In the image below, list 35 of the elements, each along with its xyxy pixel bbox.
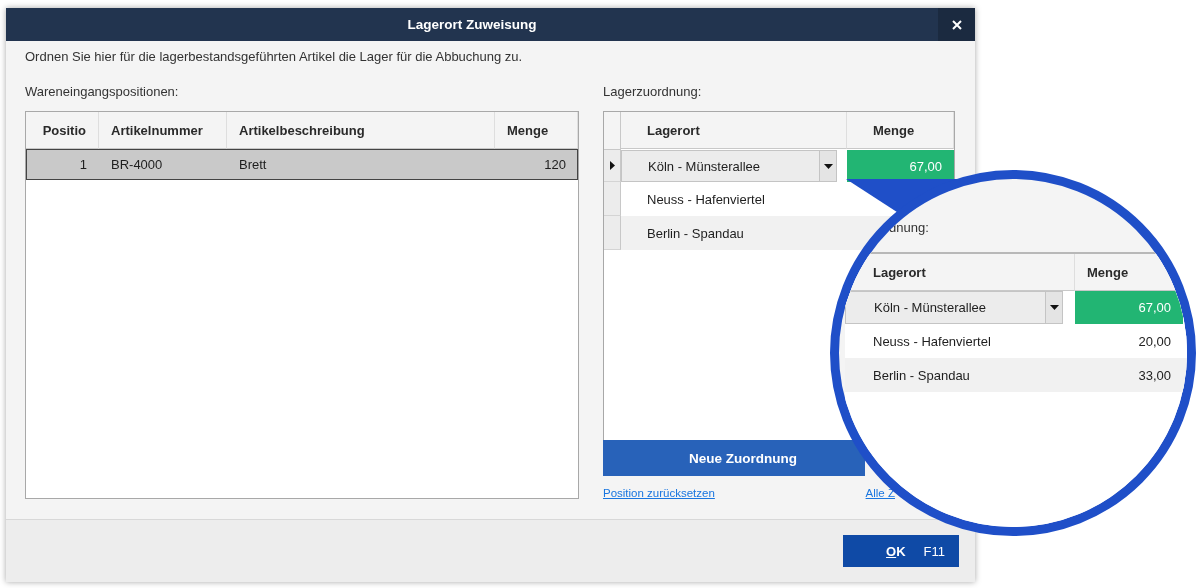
- column-header[interactable]: Positio: [26, 112, 99, 149]
- table-row[interactable]: 1 BR-4000 Brett 120: [26, 149, 578, 180]
- quantity-cell-text: 20,00: [1137, 332, 1172, 351]
- dropdown-button[interactable]: [819, 151, 836, 181]
- table-cell-text: Berlin - Spandau: [872, 366, 971, 385]
- table-cell-text: 120: [543, 156, 567, 174]
- caret-icon: [823, 163, 833, 169]
- table-cell-text: Berlin - Spandau: [646, 224, 745, 243]
- column-header[interactable]: Menge: [847, 112, 954, 149]
- table-cell-text: 1: [78, 156, 88, 174]
- link[interactable]: Position zurücksetzen: [603, 487, 715, 499]
- section-label: Lagerzuordnung:: [603, 83, 703, 101]
- quantity-cell-text: 33,00: [1137, 366, 1172, 385]
- current-row-icon: [609, 161, 615, 170]
- section-label: Wareneingangspositionen:: [25, 83, 180, 101]
- ok-button[interactable]: OK F11: [843, 535, 959, 567]
- window-title: Lagerort Zuweisung: [406, 17, 538, 32]
- table-cell-text: BR-4000: [110, 156, 164, 174]
- caret-icon: [1049, 305, 1059, 310]
- location-dropdown: Köln - Münsterallee: [845, 291, 1063, 324]
- column-header[interactable]: Lagerort: [621, 112, 847, 149]
- column-header[interactable]: Artikelnummer: [99, 112, 227, 149]
- close-button[interactable]: [938, 8, 975, 41]
- dropdown-button[interactable]: [1045, 292, 1062, 323]
- location-dropdown[interactable]: Köln - Münsterallee: [621, 150, 837, 182]
- close-icon: [951, 19, 962, 30]
- new-assignment-button[interactable]: Neue Zuordnung: [603, 440, 865, 476]
- row-header[interactable]: [604, 150, 621, 182]
- table-cell-text: Neuss - Hafenviertel: [872, 332, 992, 351]
- quantity-cell: 67,00: [1075, 291, 1183, 324]
- instruction-text: Ordnen Sie hier für die lagerbestandsgeführten Artikel die Lager für die Abbuchung zu.: [25, 48, 524, 66]
- table-cell-text: Brett: [238, 156, 268, 174]
- table-cell-text: Neuss - Hafenviertel: [646, 190, 766, 209]
- column-header[interactable]: Artikelbeschreibung: [227, 112, 495, 149]
- column-header[interactable]: Menge: [495, 112, 578, 149]
